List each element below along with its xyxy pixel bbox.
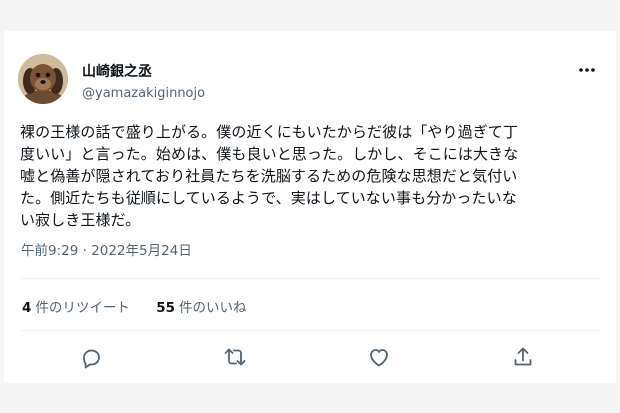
divider: [20, 330, 602, 331]
retweets-count: 4: [22, 300, 32, 316]
tweet-text-line: た。側近たちも従順にしているようで、実はしていない事も分かったいな: [20, 189, 517, 207]
likes-stat[interactable]: 55 件のいいね: [156, 299, 246, 317]
avatar[interactable]: [18, 54, 68, 104]
tweet-timestamp[interactable]: 午前9:29 · 2022年5月24日: [21, 242, 192, 260]
avatar-image: [18, 54, 68, 104]
like-icon[interactable]: [367, 345, 391, 369]
retweet-icon[interactable]: [223, 345, 247, 369]
tweet-text-line: 嘘と偽善が隠されており社員たちを洗脳するための危険な思想だと気付い: [20, 167, 518, 185]
user-name[interactable]: 山崎銀之丞: [82, 63, 152, 81]
likes-label: 件のいいね: [179, 300, 247, 316]
more-icon[interactable]: [578, 65, 596, 75]
tweet-text-line: 裸の王様の話で盛り上がる。僕の近くにもいたからだ彼は「やり過ぎて丁: [20, 123, 519, 141]
tweet-stats: 4 件のリツイート 55 件のいいね: [22, 299, 269, 317]
tweet-text-line: 度いい」と言った。始めは、僕も良いと思った。しかし、そこには大きな: [20, 145, 519, 163]
retweets-label: 件のリツイート: [35, 300, 130, 316]
divider: [20, 278, 602, 279]
action-bar: [4, 345, 616, 371]
tweet-card: 山崎銀之丞 @yamazakiginnojo 裸の王様の話で盛り上がる。僕の近く…: [4, 31, 616, 383]
tweet-text-line: い寂しき王様だ。: [20, 211, 141, 229]
share-icon[interactable]: [511, 345, 535, 369]
likes-count: 55: [156, 300, 175, 316]
reply-icon[interactable]: [79, 345, 103, 369]
tweet-text: 裸の王様の話で盛り上がる。僕の近くにもいたからだ彼は「やり過ぎて丁 度いい」と言…: [20, 121, 602, 231]
user-handle[interactable]: @yamazakiginnojo: [82, 85, 205, 102]
retweets-stat[interactable]: 4 件のリツイート: [22, 299, 130, 317]
